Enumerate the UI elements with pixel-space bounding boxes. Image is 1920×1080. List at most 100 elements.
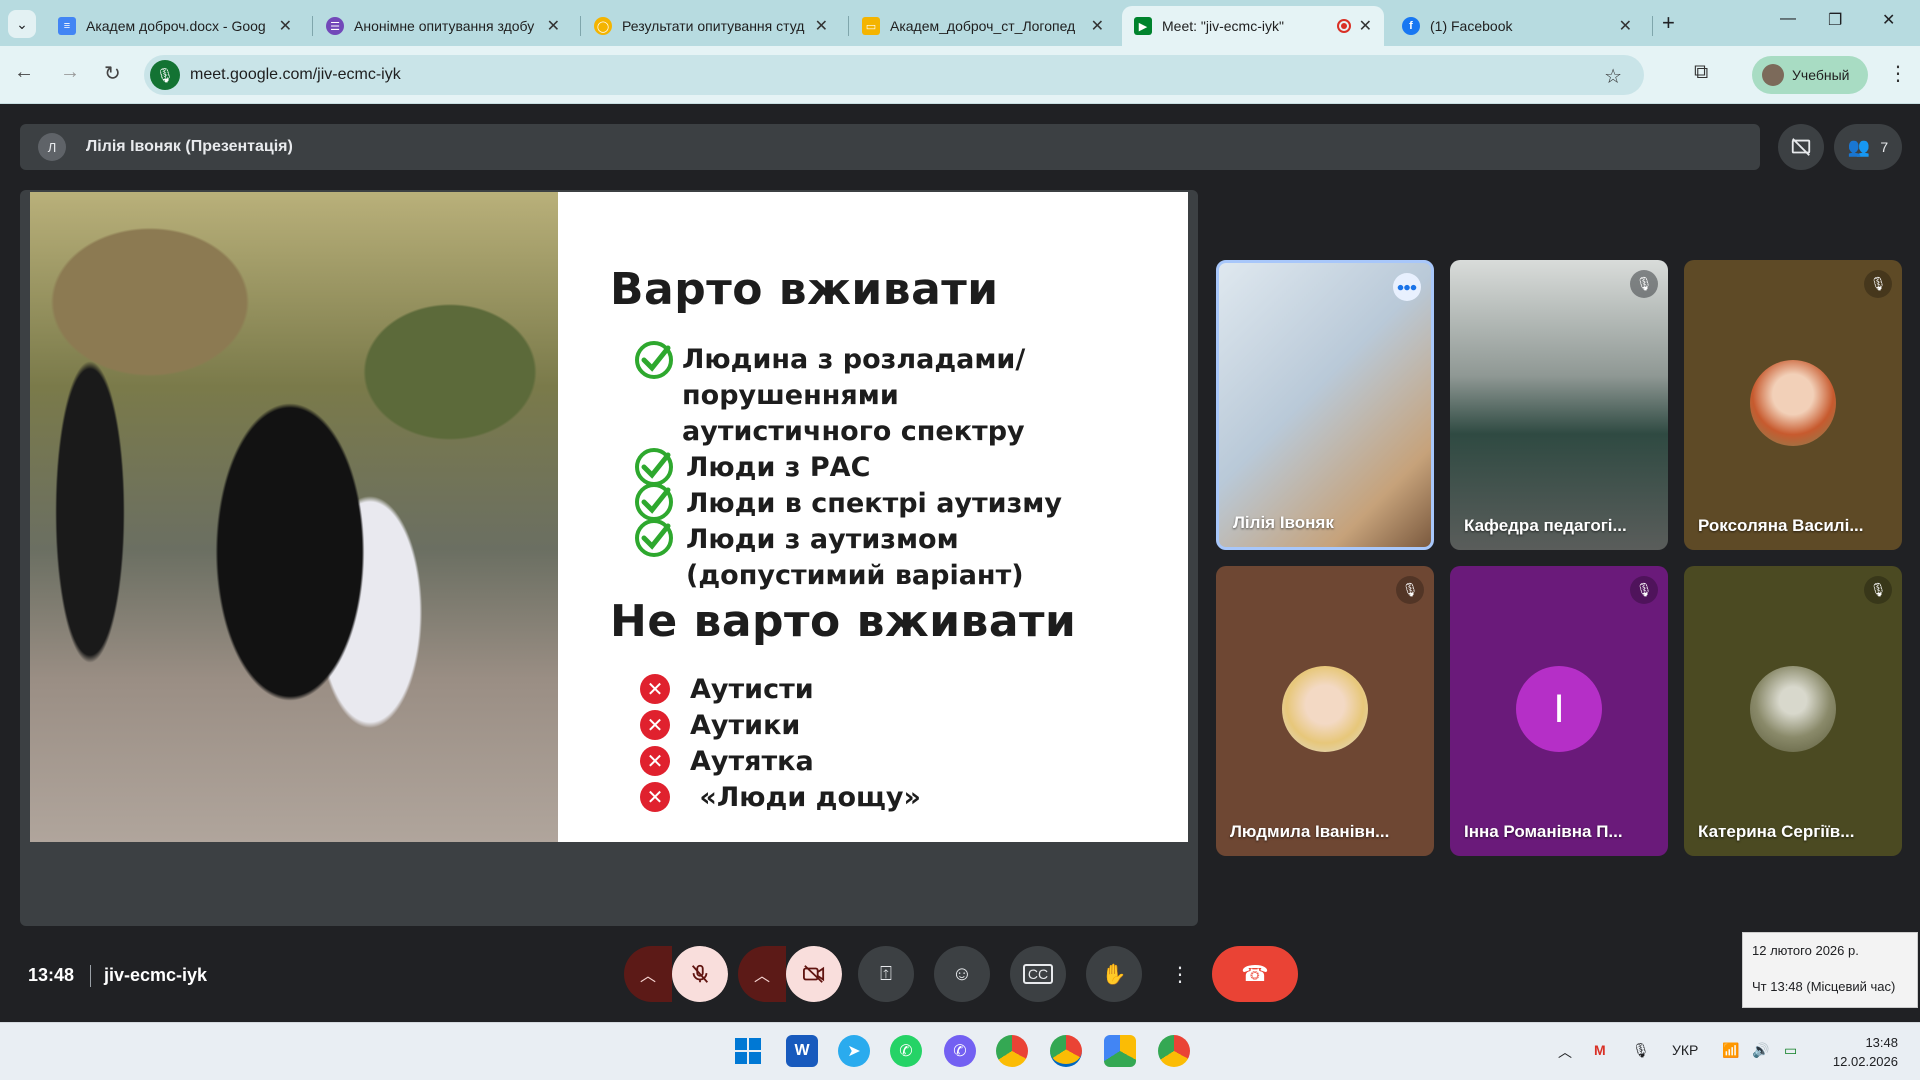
participant-name: Кафедра педагогі...: [1464, 516, 1627, 535]
chrome-profile-icon[interactable]: [1050, 1035, 1082, 1067]
date-tooltip: 12 лютого 2026 р. Чт 13:48 (Місцевий час…: [1742, 932, 1918, 1008]
audio-options-button[interactable]: ︿: [624, 946, 672, 1002]
participant-tile[interactable]: 🎙 І Інна Романівна П...: [1450, 566, 1668, 856]
slide: Варто вживати Людина з розладами/ поруше…: [30, 192, 1188, 842]
viber-icon[interactable]: ✆: [944, 1035, 976, 1067]
chrome-alt-icon[interactable]: [1158, 1035, 1190, 1067]
reactions-button[interactable]: ☺: [934, 946, 990, 1002]
slide-item-do: Людина з розладами/ порушеннями аутистич…: [682, 344, 1026, 447]
facebook-icon: f: [1402, 17, 1420, 35]
profile-button[interactable]: Учебный: [1752, 56, 1868, 94]
taskbar-clock[interactable]: 13:48 12.02.2026: [1826, 1033, 1898, 1071]
profile-label: Учебный: [1792, 67, 1850, 83]
captions-icon: CC: [1022, 964, 1054, 984]
more-vert-icon: ⋮: [1170, 963, 1190, 986]
present-screen-button[interactable]: ⍐: [858, 946, 914, 1002]
close-icon[interactable]: ✕: [1091, 16, 1104, 36]
extensions-icon[interactable]: ⧉: [1694, 61, 1708, 84]
close-icon[interactable]: ✕: [547, 16, 560, 36]
reload-icon[interactable]: ↻: [104, 61, 121, 86]
tab-survey[interactable]: ☰ Анонімне опитування здобу ✕: [314, 6, 572, 46]
windows-logo: [735, 1038, 761, 1064]
emoji-icon: ☺: [951, 962, 973, 985]
address-bar[interactable]: 🎙 meet.google.com/jiv-ecmc-iyk ☆: [144, 55, 1644, 95]
new-tab-icon[interactable]: +: [1662, 10, 1675, 36]
camera-toggle-button[interactable]: [786, 946, 842, 1002]
bookmark-star-icon[interactable]: ☆: [1604, 64, 1622, 89]
drive-icon[interactable]: [1104, 1035, 1136, 1067]
word-icon[interactable]: W: [786, 1035, 818, 1067]
more-options-button[interactable]: ⋮: [1162, 946, 1198, 1002]
volume-icon[interactable]: 🔊: [1752, 1042, 1769, 1059]
slide-item-do: Люди в спектрі аутизму: [686, 488, 1062, 519]
avatar-letter: І: [1516, 666, 1602, 752]
avatar: [1750, 360, 1836, 446]
back-icon[interactable]: ←: [14, 61, 34, 84]
hand-icon: ✋: [1101, 963, 1127, 986]
participant-tile[interactable]: 🎙 Людмила Іванівн...: [1216, 566, 1434, 856]
presentation-stage: Варто вживати Людина з розладами/ поруше…: [20, 190, 1198, 926]
participant-tile[interactable]: 🎙 Роксоляна Василі...: [1684, 260, 1902, 550]
tab-divider: [848, 16, 849, 36]
meeting-time: 13:48: [28, 965, 75, 985]
participant-tile[interactable]: ⦁⦁⦁ Лілія Івоняк: [1216, 260, 1434, 550]
presenter-bar: Л Лілія Івоняк (Презентація): [20, 124, 1760, 170]
tab-strip: ⌄ ≡ Академ доброч.docx - Goog ✕ ☰ Анонім…: [0, 0, 1920, 46]
chevron-up-icon: ︿: [753, 968, 770, 985]
more-menu-icon[interactable]: ⋮: [1888, 61, 1908, 86]
meeting-code: jiv-ecmc-iyk: [104, 965, 208, 985]
people-button[interactable]: 👥 7: [1834, 124, 1902, 170]
mic-off-icon: 🎙: [1864, 270, 1892, 298]
presenter-label: Лілія Івоняк (Презентація): [86, 138, 293, 155]
forms-icon: ☰: [326, 17, 344, 35]
people-icon: 👥: [1847, 136, 1871, 157]
chevron-up-icon[interactable]: ︿: [1558, 1042, 1572, 1062]
participant-tile[interactable]: 🎙 Катерина Сергіїв...: [1684, 566, 1902, 856]
battery-icon[interactable]: ▭: [1784, 1042, 1797, 1059]
tab-divider: [1652, 16, 1653, 36]
minimize-icon[interactable]: —: [1780, 10, 1796, 28]
tab-search-button[interactable]: ⌄: [8, 10, 36, 38]
slide-heading-do: Варто вживати: [610, 264, 999, 315]
close-icon[interactable]: ✕: [279, 16, 292, 36]
presenter-avatar: Л: [38, 133, 66, 161]
tab-facebook[interactable]: f (1) Facebook ✕: [1390, 6, 1644, 46]
avatar: [1282, 666, 1368, 752]
taskbar: W ➤ ✆ ✆ ︿ M 🎙 УКР 📶 🔊 ▭ 13:48 12.02.2026: [0, 1022, 1920, 1080]
video-options-button[interactable]: ︿: [738, 946, 786, 1002]
close-icon[interactable]: ✕: [1619, 16, 1632, 36]
mic-in-use-icon[interactable]: 🎙: [150, 60, 180, 90]
divider: [90, 965, 91, 987]
forward-icon[interactable]: →: [60, 61, 80, 84]
restore-icon[interactable]: ❐: [1828, 10, 1842, 30]
mic-toggle-button[interactable]: [672, 946, 728, 1002]
tab-meet[interactable]: ▶ Meet: "jiv-ecmc-iyk" ✕: [1122, 6, 1384, 46]
mic-tray-icon[interactable]: 🎙: [1632, 1042, 1650, 1059]
wifi-icon[interactable]: 📶: [1722, 1042, 1739, 1059]
chrome-icon[interactable]: [996, 1035, 1028, 1067]
close-icon[interactable]: ✕: [815, 16, 828, 36]
tab-docs[interactable]: ≡ Академ доброч.docx - Goog ✕: [46, 6, 304, 46]
window-close-icon[interactable]: ✕: [1882, 10, 1895, 30]
participant-tile[interactable]: 🎙 Кафедра педагогі...: [1450, 260, 1668, 550]
captions-button[interactable]: CC: [1010, 946, 1066, 1002]
raise-hand-button[interactable]: ✋: [1086, 946, 1142, 1002]
tab-slides[interactable]: ▭ Академ_доброч_ст_Логопед ✕: [850, 6, 1116, 46]
leave-call-button[interactable]: ☎: [1212, 946, 1298, 1002]
tooltip-time: Чт 13:48 (Місцевий час): [1752, 979, 1896, 994]
telegram-icon[interactable]: ➤: [838, 1035, 870, 1067]
whatsapp-icon[interactable]: ✆: [890, 1035, 922, 1067]
close-icon[interactable]: ✕: [1359, 16, 1372, 36]
participant-name: Людмила Іванівн...: [1230, 822, 1390, 841]
windows-start-icon[interactable]: [732, 1035, 764, 1067]
layout-button[interactable]: [1778, 124, 1824, 170]
forms-results-icon: ◯: [594, 17, 612, 35]
meet-icon: ▶: [1134, 17, 1152, 35]
speaking-icon: ⦁⦁⦁: [1393, 273, 1421, 301]
mic-off-icon: 🎙: [1396, 576, 1424, 604]
gmail-tray-icon[interactable]: M: [1594, 1042, 1606, 1058]
slide-item-dont: «Люди дощу»: [690, 782, 921, 813]
language-indicator[interactable]: УКР: [1672, 1042, 1698, 1058]
participant-name: Лілія Івоняк: [1233, 513, 1334, 532]
tab-results[interactable]: ◯ Результати опитування студ ✕: [582, 6, 840, 46]
